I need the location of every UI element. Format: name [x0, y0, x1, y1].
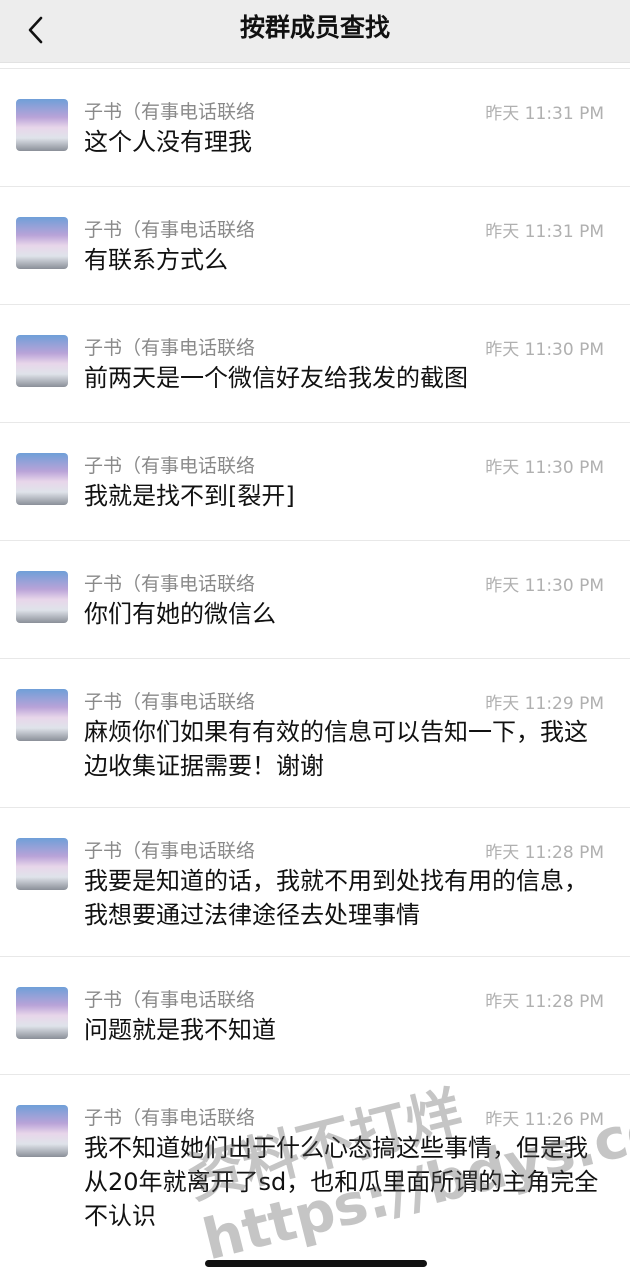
- message-list-item[interactable]: 子书（有事电话联络 昨天 11:29 PM 麻烦你们如果有有效的信息可以告知一下…: [0, 658, 630, 807]
- message-text: 有联系方式么: [84, 246, 228, 274]
- message-text: 我不知道她们出于什么心态搞这些事情，但是我从20年就离开了sd，也和瓜里面所谓的…: [84, 1134, 599, 1230]
- avatar: [16, 987, 68, 1039]
- message-text: 麻烦你们如果有有效的信息可以告知一下，我这边收集证据需要！谢谢: [84, 718, 588, 780]
- message-time: 昨天 11:29 PM: [485, 694, 604, 714]
- avatar: [16, 1105, 68, 1157]
- avatar: [16, 689, 68, 741]
- message-list-item[interactable]: 子书（有事电话联络 昨天 11:31 PM 有联系方式么: [0, 186, 630, 304]
- message-text: 问题就是我不知道: [84, 1016, 276, 1044]
- sender-name: 子书（有事电话联络: [84, 989, 256, 1011]
- message-time: 昨天 11:30 PM: [485, 576, 604, 596]
- message-text: 你们有她的微信么: [84, 600, 276, 628]
- sender-name: 子书（有事电话联络: [84, 573, 256, 595]
- top-navigation-bar: 按群成员查找: [0, 0, 630, 63]
- sender-name: 子书（有事电话联络: [84, 219, 256, 241]
- sender-name: 子书（有事电话联络: [84, 337, 256, 359]
- message-text: 这个人没有理我: [84, 128, 252, 156]
- message-list-item[interactable]: 子书（有事电话联络 昨天 11:28 PM 问题就是我不知道: [0, 956, 630, 1074]
- message-text: 我就是找不到[裂开]: [84, 482, 295, 510]
- message-time: 昨天 11:31 PM: [485, 222, 604, 242]
- message-time: 昨天 11:28 PM: [485, 992, 604, 1012]
- message-time: 昨天 11:31 PM: [485, 104, 604, 124]
- message-list-item[interactable]: 子书（有事电话联络 昨天 11:31 PM 这个人没有理我: [0, 68, 630, 186]
- message-results-list: 子书（有事电话联络 昨天 11:31 PM 这个人没有理我 子书（有事电话联络 …: [0, 68, 630, 1250]
- avatar: [16, 571, 68, 623]
- message-time: 昨天 11:30 PM: [485, 458, 604, 478]
- message-list-item[interactable]: 子书（有事电话联络 昨天 11:26 PM 我不知道她们出于什么心态搞这些事情，…: [0, 1074, 630, 1250]
- message-list-item[interactable]: 子书（有事电话联络 昨天 11:30 PM 我就是找不到[裂开]: [0, 422, 630, 540]
- page-title: 按群成员查找: [239, 13, 390, 42]
- sender-name: 子书（有事电话联络: [84, 691, 256, 713]
- home-indicator[interactable]: [205, 1260, 427, 1267]
- avatar: [16, 335, 68, 387]
- avatar: [16, 453, 68, 505]
- message-text: 前两天是一个微信好友给我发的截图: [84, 364, 468, 392]
- message-time: 昨天 11:26 PM: [485, 1110, 604, 1130]
- message-time: 昨天 11:30 PM: [485, 340, 604, 360]
- sender-name: 子书（有事电话联络: [84, 101, 256, 123]
- message-time: 昨天 11:28 PM: [485, 843, 604, 863]
- message-text: 我要是知道的话，我就不用到处找有用的信息，我想要通过法律途径去处理事情: [84, 867, 588, 929]
- sender-name: 子书（有事电话联络: [84, 455, 256, 477]
- avatar: [16, 217, 68, 269]
- message-list-item[interactable]: 子书（有事电话联络 昨天 11:30 PM 你们有她的微信么: [0, 540, 630, 658]
- sender-name: 子书（有事电话联络: [84, 1107, 256, 1129]
- message-list-item[interactable]: 子书（有事电话联络 昨天 11:28 PM 我要是知道的话，我就不用到处找有用的…: [0, 807, 630, 956]
- avatar: [16, 838, 68, 890]
- avatar: [16, 99, 68, 151]
- message-list-item[interactable]: 子书（有事电话联络 昨天 11:30 PM 前两天是一个微信好友给我发的截图: [0, 304, 630, 422]
- sender-name: 子书（有事电话联络: [84, 840, 256, 862]
